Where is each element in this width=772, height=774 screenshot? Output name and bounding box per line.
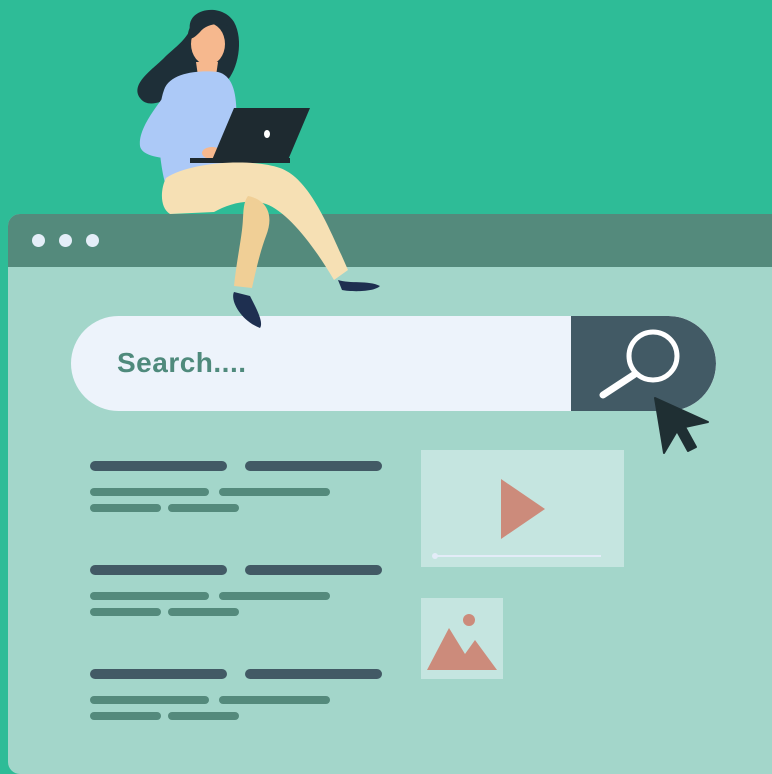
search-input[interactable]: Search.... [117, 346, 247, 380]
result-text-line [168, 608, 239, 616]
result-title-line [90, 461, 227, 471]
result-text-line [90, 608, 161, 616]
window-dot[interactable] [59, 234, 72, 247]
result-text-line [219, 488, 330, 496]
result-title-line [245, 565, 382, 575]
result-title-line [90, 669, 227, 679]
result-text-line [90, 504, 161, 512]
video-thumbnail[interactable] [421, 450, 624, 567]
browser-window: Search.... [8, 214, 772, 774]
window-dot[interactable] [32, 234, 45, 247]
play-icon [432, 479, 601, 559]
result-text-line [90, 712, 161, 720]
result-text-line [90, 488, 209, 496]
mountain-image-icon [427, 614, 497, 670]
result-text-line [219, 696, 330, 704]
result-text-line [90, 592, 209, 600]
result-text-line [168, 712, 239, 720]
result-title-line [245, 669, 382, 679]
arrow-cursor-icon [654, 397, 709, 454]
woman-with-laptop-illustration [137, 9, 380, 328]
window-dot[interactable] [86, 234, 99, 247]
result-title-line [90, 565, 227, 575]
browser-titlebar [8, 214, 772, 267]
result-text-line [219, 592, 330, 600]
result-text-line [168, 504, 239, 512]
result-title-line [245, 461, 382, 471]
image-thumbnail[interactable] [421, 598, 503, 679]
result-text-line [90, 696, 209, 704]
